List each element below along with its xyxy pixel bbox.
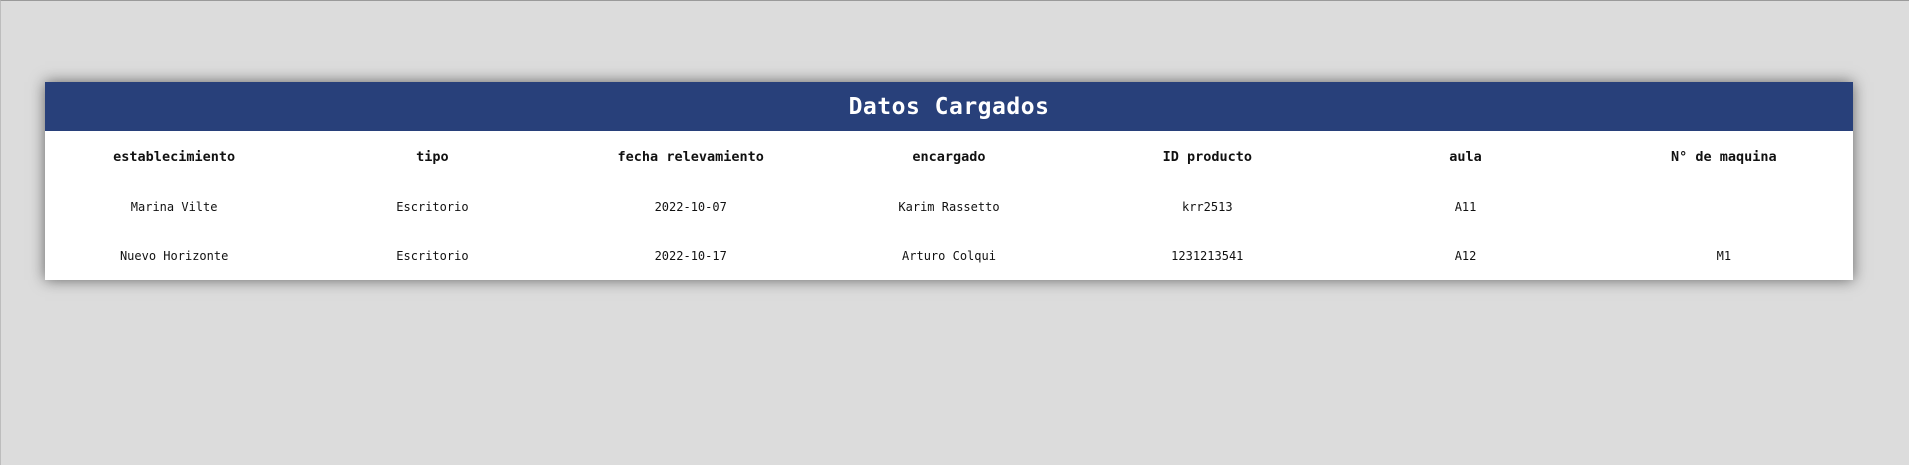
cell-encargado: Arturo Colqui [902,249,996,263]
data-card: Datos Cargados establecimiento tipo fech… [45,82,1853,280]
column-header-fecha-relevamiento: fecha relevamiento [617,148,764,165]
cell-fecha-relevamiento: 2022-10-07 [654,200,727,214]
cell-id-producto: 1231213541 [1171,249,1244,263]
cell-fecha-relevamiento: 2022-10-17 [654,249,727,263]
table-row: Nuevo Horizonte Escritorio 2022-10-17 Ar… [45,232,1853,280]
table-body: Marina Vilte Escritorio 2022-10-07 Karim… [45,182,1853,280]
cell-establecimiento: Nuevo Horizonte [119,249,229,263]
cell-aula: A11 [1454,200,1477,214]
column-header-id-producto: ID producto [1162,148,1252,165]
cell-id-producto: krr2513 [1181,200,1233,214]
column-header-numero-maquina: N° de maquina [1671,148,1777,165]
column-header-aula: aula [1449,148,1482,165]
table-head: establecimiento tipo fecha relevamiento … [45,131,1853,182]
column-header-establecimiento: establecimiento [113,148,236,165]
cell-establecimiento: Marina Vilte [130,200,218,214]
cell-encargado: Karim Rassetto [898,200,1000,214]
cell-tipo: Escritorio [396,249,469,263]
cell-numero-maquina: M1 [1716,249,1732,263]
table-row: Marina Vilte Escritorio 2022-10-07 Karim… [45,182,1853,232]
cell-aula: A12 [1454,249,1477,263]
cell-numero-maquina [1595,182,1853,232]
column-header-encargado: encargado [912,148,986,165]
column-header-tipo: tipo [416,148,449,165]
data-table: establecimiento tipo fecha relevamiento … [45,131,1853,280]
cell-tipo: Escritorio [396,200,469,214]
card-header: Datos Cargados [45,82,1853,131]
card-title: Datos Cargados [848,93,1050,120]
table-header-row: establecimiento tipo fecha relevamiento … [45,131,1853,182]
